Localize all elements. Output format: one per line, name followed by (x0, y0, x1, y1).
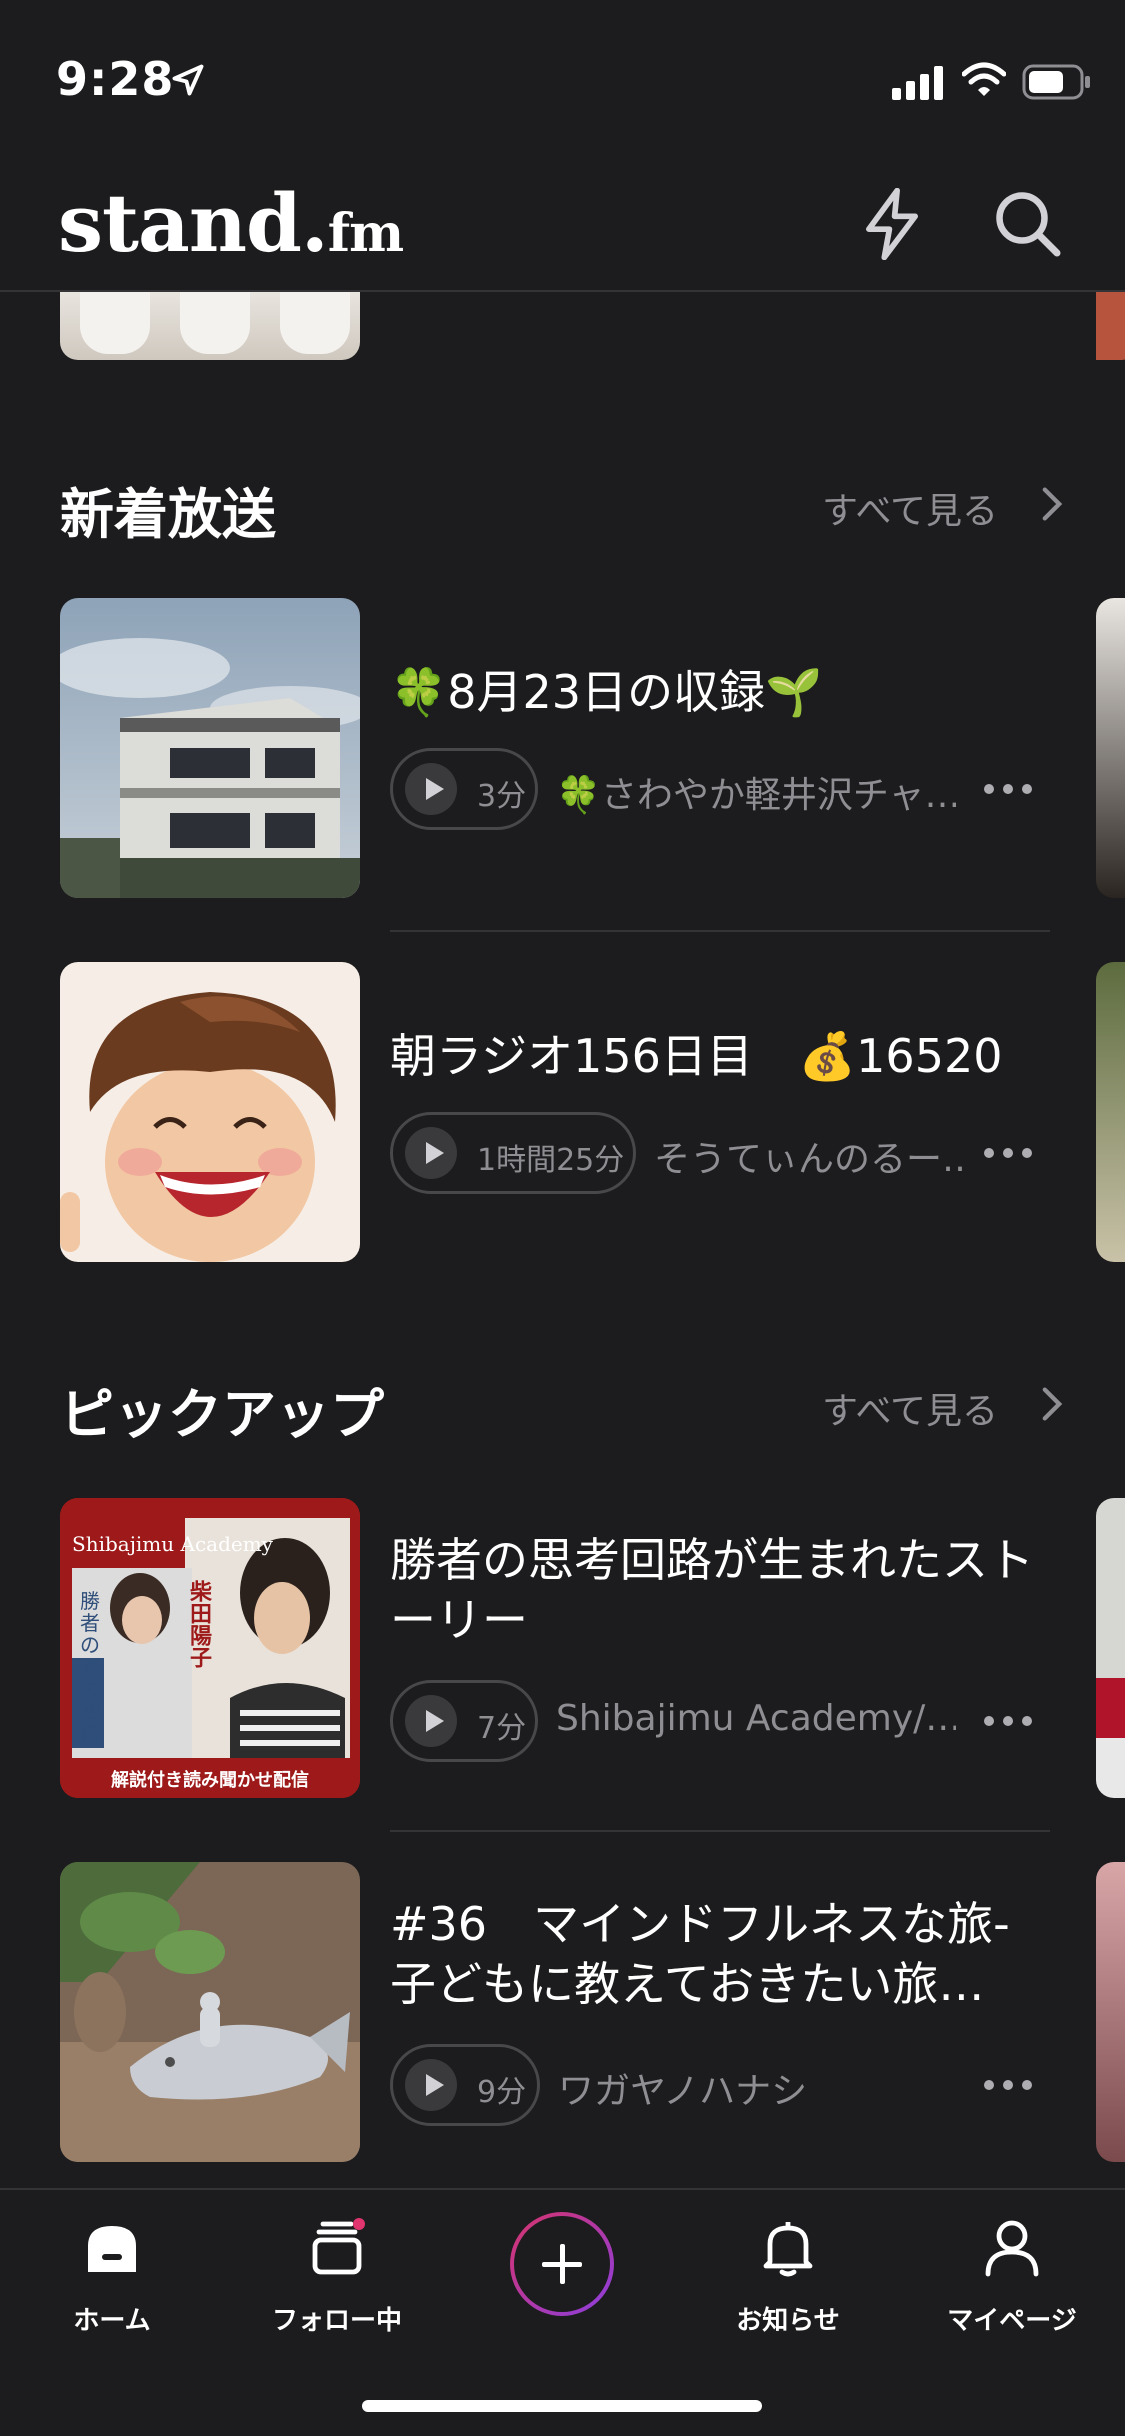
tab-label: お知らせ (736, 2306, 840, 2336)
chevron-right-icon[interactable] (1040, 486, 1064, 522)
next-card-peek[interactable] (1096, 292, 1125, 360)
chevron-right-icon[interactable] (1040, 1386, 1064, 1422)
see-all-link[interactable]: すべて見る (822, 482, 998, 534)
tab-my-page[interactable]: マイページ (912, 2190, 1112, 2336)
episode-thumbnail-fish-figurine[interactable] (60, 1862, 360, 2162)
play-icon (405, 1695, 457, 1747)
episode-thumbnail-book[interactable]: Shibajimu Academy 柴田陽子 勝者の思考回路 解説付き読み聞かせ… (60, 1498, 360, 1798)
episode-thumbnail-building[interactable] (60, 598, 360, 898)
episode-duration: 7分 (477, 1711, 527, 1746)
status-bar: 9:28 (0, 0, 1125, 160)
wifi-icon (962, 62, 1006, 96)
section-title-new: 新着放送 (60, 483, 276, 546)
section-title-pickup: ピックアップ (60, 1383, 384, 1446)
channel-name[interactable]: ワガヤノハナシ (558, 2062, 958, 2114)
episode-row[interactable]: 🍀8月23日の収録🌱 3分 🍀さわやか軽井沢チャ… (0, 598, 1125, 898)
see-all-link[interactable]: すべて見る (822, 1382, 998, 1434)
more-options-icon[interactable] (984, 784, 1032, 796)
app-logo[interactable]: stand.fm (58, 176, 404, 270)
play-button[interactable]: 1時間25分 (390, 1112, 636, 1194)
episode-duration: 3分 (477, 779, 527, 814)
create-broadcast-button[interactable] (510, 2212, 614, 2316)
tab-notifications[interactable]: お知らせ (688, 2190, 888, 2336)
episode-title[interactable]: 勝者の思考回路が生まれたストーリー (390, 1530, 1050, 1650)
row-divider (390, 1830, 1050, 1832)
episode-title[interactable]: #36 マインドフルネスな旅-子どもに教えておきたい旅… (390, 1894, 1050, 2014)
thumb-author-text: 柴田陽子 (186, 1580, 211, 1668)
tab-home[interactable]: ホーム (12, 2190, 212, 2336)
next-card-peek[interactable] (1096, 962, 1125, 1262)
episode-row[interactable]: Shibajimu Academy 柴田陽子 勝者の思考回路 解説付き読み聞かせ… (0, 1498, 1125, 1798)
episode-duration: 9分 (477, 2075, 527, 2110)
previous-episode-thumbnail[interactable] (60, 292, 360, 360)
channel-name[interactable]: そうてぃんのるー… (654, 1130, 964, 1182)
bell-icon (763, 2222, 813, 2277)
following-icon (312, 2218, 365, 2275)
thumb-book-title-text: 勝者の思考回路 (80, 1589, 100, 1745)
thumb-brand-text: Shibajimu Academy (72, 1532, 273, 1556)
channel-name[interactable]: 🍀さわやか軽井沢チャ… (556, 766, 956, 818)
home-icon (88, 2226, 136, 2272)
tab-label: ホーム (73, 2306, 151, 2336)
more-options-icon[interactable] (984, 2080, 1032, 2092)
lightning-icon[interactable] (860, 188, 924, 260)
thumb-caption-text: 解説付き読み聞かせ配信 (111, 1770, 309, 1791)
status-time: 9:28 (56, 52, 175, 106)
episode-duration: 1時間25分 (477, 1143, 625, 1178)
episode-title[interactable]: 朝ラジオ156日目 💰16520 (390, 1026, 1050, 1086)
more-options-icon[interactable] (984, 1148, 1032, 1160)
play-icon (405, 2059, 457, 2111)
next-card-peek[interactable] (1096, 598, 1125, 898)
episode-row[interactable]: 朝ラジオ156日目 💰16520 1時間25分 そうてぃんのるー… (0, 962, 1125, 1262)
more-options-icon[interactable] (984, 1716, 1032, 1728)
channel-name[interactable]: Shibajimu Academy/… (556, 1698, 956, 1739)
play-icon (405, 1127, 457, 1179)
play-button[interactable]: 9分 (390, 2044, 540, 2126)
tab-label: フォロー中 (271, 2306, 402, 2336)
cellular-signal-icon (892, 66, 943, 100)
play-button[interactable]: 7分 (390, 1680, 538, 1762)
episode-title[interactable]: 🍀8月23日の収録🌱 (390, 662, 1050, 722)
location-arrow-icon (172, 64, 204, 96)
episode-thumbnail-caricature[interactable] (60, 962, 360, 1262)
episode-row[interactable]: #36 マインドフルネスな旅-子どもに教えておきたい旅… 9分 ワガヤノハナシ (0, 1862, 1125, 2162)
tab-following[interactable]: フォロー中 (237, 2190, 437, 2336)
tab-label: マイページ (947, 2306, 1077, 2336)
plus-icon (514, 2216, 610, 2312)
play-button[interactable]: 3分 (390, 748, 538, 830)
row-divider (390, 930, 1050, 932)
battery-icon (1022, 64, 1090, 100)
tab-bar: ホーム フォロー中 お知らせ マイページ (0, 2188, 1125, 2436)
next-card-peek[interactable] (1096, 1498, 1125, 1798)
next-card-peek[interactable] (1096, 1862, 1125, 2162)
home-indicator[interactable] (362, 2400, 762, 2412)
search-icon[interactable] (992, 188, 1062, 258)
app-header: stand.fm (0, 160, 1125, 292)
play-icon (405, 763, 457, 815)
person-icon (985, 2220, 1039, 2277)
